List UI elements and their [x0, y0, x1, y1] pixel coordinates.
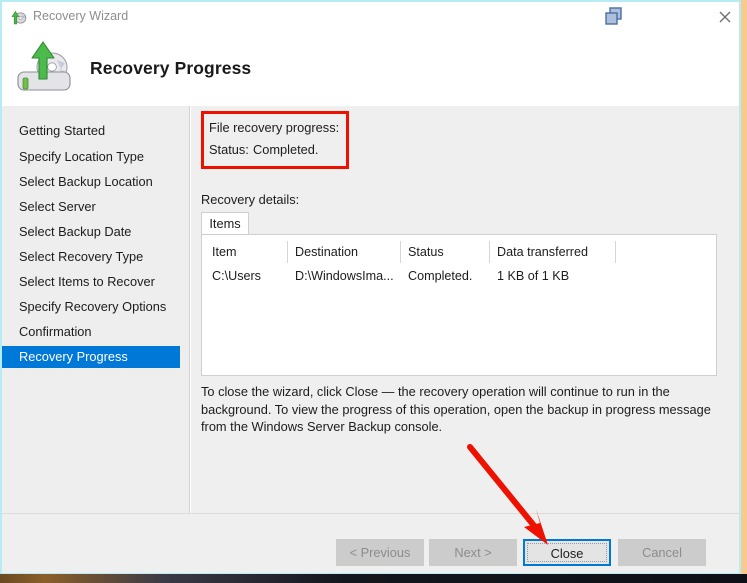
close-button-label: Close [550, 546, 584, 561]
status-label: Status: [209, 142, 249, 157]
table-row: Completed. [408, 269, 473, 283]
page-title: Recovery Progress [90, 58, 252, 78]
tab-strip: Items [201, 212, 717, 235]
wizard-steps-sidebar: Getting Started Specify Location Type Se… [2, 106, 190, 513]
column-separator[interactable] [615, 241, 616, 263]
recovery-details-label: Recovery details: [201, 192, 300, 207]
close-instructions: To close the wizard, click Close — the r… [201, 383, 719, 436]
window-frame-right-strip [741, 0, 747, 574]
table-row: D:\WindowsIma... [295, 269, 394, 283]
close-instructions-line2: To view the progress of this operation, … [201, 401, 711, 435]
close-button[interactable]: Close [523, 539, 611, 566]
title-bar: Recovery Wizard [2, 2, 739, 32]
sidebar-item-recovery-progress[interactable]: Recovery Progress [2, 346, 180, 368]
tab-items[interactable]: Items [201, 212, 249, 235]
sidebar-item-select-backup-location[interactable]: Select Backup Location [2, 171, 180, 193]
page-header: Recovery Progress [2, 32, 739, 106]
recovery-drive-icon [16, 38, 84, 96]
next-button[interactable]: Next > [429, 539, 517, 566]
content-panel: File recovery progress: Status: Complete… [191, 106, 739, 513]
column-header-destination[interactable]: Destination [295, 245, 358, 259]
sidebar-item-select-backup-date[interactable]: Select Backup Date [2, 221, 180, 243]
file-recovery-progress-label: File recovery progress: [209, 120, 340, 135]
recovery-details-table: Item Destination Status Data transferred… [201, 234, 717, 376]
restore-window-icon[interactable] [603, 6, 627, 28]
window-title: Recovery Wizard [33, 9, 129, 23]
column-header-item[interactable]: Item [212, 245, 237, 259]
sidebar-item-select-recovery-type[interactable]: Select Recovery Type [2, 246, 180, 268]
column-header-data-transferred[interactable]: Data transferred [497, 245, 588, 259]
status-value: Completed. [253, 142, 319, 157]
sidebar-item-getting-started[interactable]: Getting Started [2, 120, 180, 142]
sidebar-item-select-server[interactable]: Select Server [2, 196, 180, 218]
wizard-button-bar: < Previous Next > Close Cancel [2, 513, 739, 573]
column-separator[interactable] [400, 241, 401, 263]
column-separator[interactable] [489, 241, 490, 263]
table-row: 1 KB of 1 KB [497, 269, 570, 283]
sidebar-item-specify-recovery-options[interactable]: Specify Recovery Options [2, 296, 180, 318]
column-separator[interactable] [287, 241, 288, 263]
sidebar-item-specify-location-type[interactable]: Specify Location Type [2, 146, 180, 168]
cancel-button[interactable]: Cancel [618, 539, 706, 566]
recovery-wizard-icon [10, 8, 28, 26]
table-row: C:\Users [212, 269, 261, 283]
close-window-icon[interactable] [710, 5, 740, 29]
column-header-status[interactable]: Status [408, 245, 444, 259]
sidebar-item-select-items-to-recover[interactable]: Select Items to Recover [2, 271, 180, 293]
sidebar-item-confirmation[interactable]: Confirmation [2, 321, 180, 343]
recovery-wizard-window: Recovery Wizard Recovery Progress Gettin… [0, 0, 741, 574]
previous-button[interactable]: < Previous [336, 539, 424, 566]
